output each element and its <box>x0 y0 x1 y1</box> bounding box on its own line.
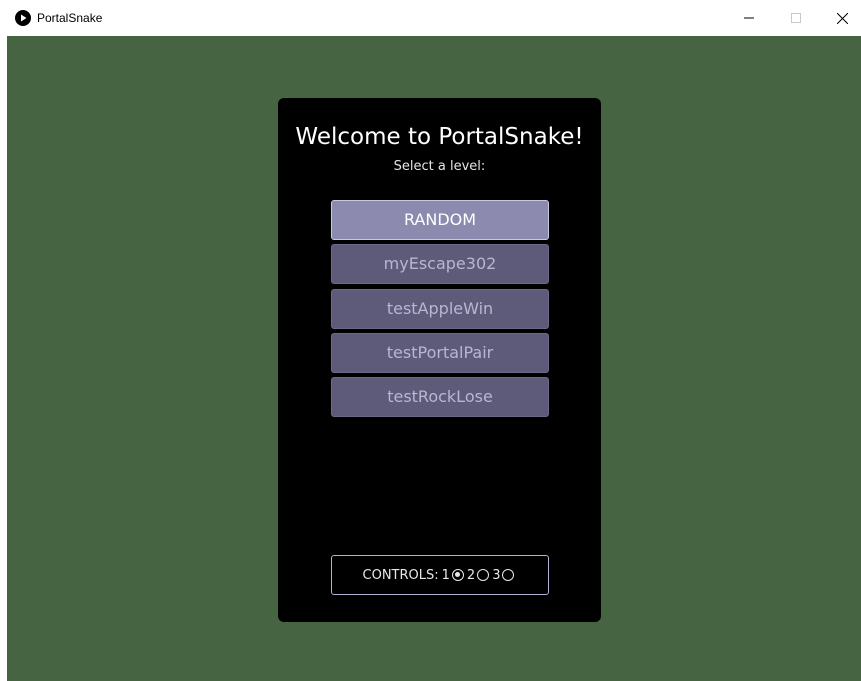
radio-unchecked-icon[interactable] <box>477 569 490 581</box>
controls-option-3[interactable]: 3 <box>492 568 517 583</box>
window-title: PortalSnake <box>37 11 103 25</box>
close-icon <box>836 12 848 24</box>
minimize-button[interactable] <box>726 0 772 36</box>
minimize-icon <box>744 17 754 19</box>
level-button-random[interactable]: RANDOM <box>331 200 549 240</box>
level-button-testapplewin[interactable]: testAppleWin <box>331 289 549 329</box>
maximize-icon <box>791 13 801 23</box>
controls-option-1[interactable]: 1 <box>442 568 467 583</box>
app-icon <box>15 10 31 26</box>
radio-checked-icon[interactable] <box>451 569 464 581</box>
close-button[interactable] <box>819 0 861 36</box>
level-button-myescape302[interactable]: myEscape302 <box>331 244 549 284</box>
select-level-label: Select a level: <box>393 159 486 174</box>
controls-option-1-label: 1 <box>441 567 450 583</box>
maximize-button[interactable] <box>773 0 819 36</box>
welcome-title: Welcome to PortalSnake! <box>295 124 584 150</box>
controls-selector: CONTROLS: 1 2 3 <box>331 555 549 595</box>
app-window: PortalSnake Welcome to PortalSnake! Sele… <box>0 0 861 681</box>
controls-option-2[interactable]: 2 <box>467 568 492 583</box>
level-button-testportalpair[interactable]: testPortalPair <box>331 333 549 373</box>
game-canvas: Welcome to PortalSnake! Select a level: … <box>7 36 861 681</box>
controls-option-2-label: 2 <box>466 567 476 583</box>
level-menu-panel: Welcome to PortalSnake! Select a level: … <box>278 98 601 622</box>
radio-unchecked-icon[interactable] <box>502 569 515 581</box>
level-button-testrocklose[interactable]: testRockLose <box>331 377 549 417</box>
title-bar[interactable]: PortalSnake <box>0 0 861 36</box>
controls-label: CONTROLS: <box>362 567 439 583</box>
controls-option-3-label: 3 <box>492 567 501 583</box>
